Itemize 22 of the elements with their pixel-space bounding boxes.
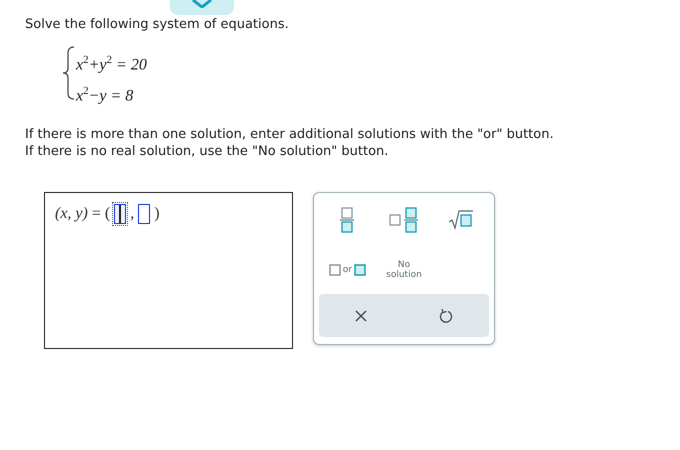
input-slot[interactable] (114, 204, 126, 224)
prompt-text: Solve the following system of equations. (25, 17, 290, 32)
input-slot[interactable] (138, 204, 150, 224)
or-button[interactable]: or (328, 252, 366, 287)
brace-icon (62, 46, 76, 100)
chevron-down-icon (191, 0, 213, 8)
instruction-text: If there is no real solution, use the "No solution" button. (25, 143, 390, 160)
answer-field[interactable]: (x, y) = ( , ) (44, 192, 293, 349)
square-icon (354, 264, 366, 276)
equals-sign: = (92, 205, 101, 223)
equation: x$^{2}$+y$^{2}$ = 20 (76, 53, 147, 76)
collapse-tab[interactable] (170, 0, 234, 15)
comma: , (130, 205, 134, 223)
close-button[interactable] (355, 310, 367, 322)
close-paren: ) (154, 205, 160, 223)
open-paren: ( (104, 205, 110, 223)
instruction-text: If there is more than one solution, enter additional solutions with the "or" button. (25, 126, 555, 143)
no-solution-button[interactable]: No solution (380, 252, 427, 287)
equation: x$^{2}$−y = 8 (76, 84, 134, 107)
square-icon (328, 264, 341, 276)
variable-pair: (x, y) (55, 205, 88, 223)
undo-button[interactable] (439, 308, 453, 323)
